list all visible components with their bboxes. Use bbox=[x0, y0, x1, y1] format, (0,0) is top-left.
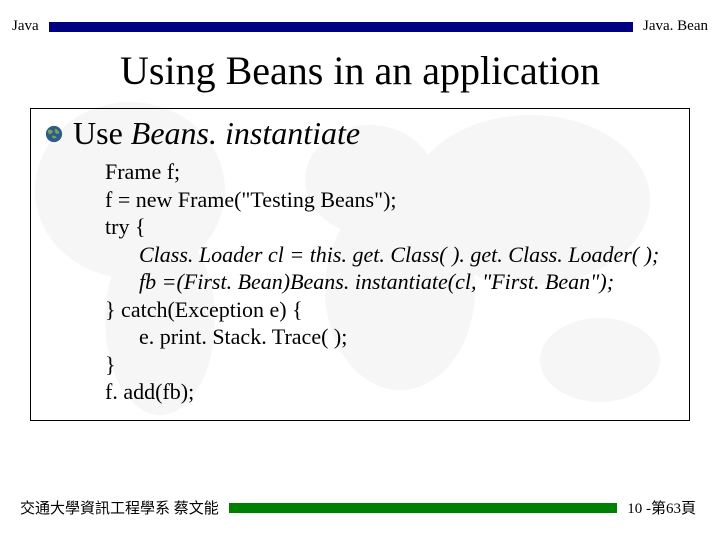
bullet-row: Use Beans. instantiate bbox=[45, 115, 675, 152]
content-box: Use Beans. instantiate Frame f; f = new … bbox=[30, 108, 690, 421]
footer-page-number: 10 -第63頁 bbox=[627, 497, 696, 518]
bullet-text: Use Beans. instantiate bbox=[73, 115, 360, 152]
code-line: Class. Loader cl = this. get. Class( ). … bbox=[105, 241, 675, 269]
header-left-label: Java bbox=[12, 18, 39, 35]
header-right-label: Java. Bean bbox=[643, 18, 708, 35]
code-line: } catch(Exception e) { bbox=[105, 296, 675, 324]
code-block: Frame f; f = new Frame("Testing Beans");… bbox=[105, 158, 675, 406]
code-line: } bbox=[105, 351, 675, 379]
footer: 交通大學資訊工程學系 蔡文能 10 -第63頁 bbox=[0, 497, 720, 518]
footer-bar bbox=[229, 503, 617, 513]
code-line: f = new Frame("Testing Beans"); bbox=[105, 186, 675, 214]
globe-icon bbox=[45, 125, 63, 143]
header: Java Java. Bean bbox=[0, 0, 720, 35]
bullet-instantiate: Beans. instantiate bbox=[131, 115, 360, 151]
footer-left-label: 交通大學資訊工程學系 蔡文能 bbox=[20, 497, 219, 518]
code-line: Frame f; bbox=[105, 158, 675, 186]
code-line: e. print. Stack. Trace( ); bbox=[105, 323, 675, 351]
code-line: try { bbox=[105, 213, 675, 241]
page-title: Using Beans in an application bbox=[0, 47, 720, 94]
code-line: fb =(First. Bean)Beans. instantiate(cl, … bbox=[105, 268, 675, 296]
code-line: f. add(fb); bbox=[105, 378, 675, 406]
header-bar bbox=[49, 22, 633, 32]
bullet-use: Use bbox=[73, 115, 131, 151]
